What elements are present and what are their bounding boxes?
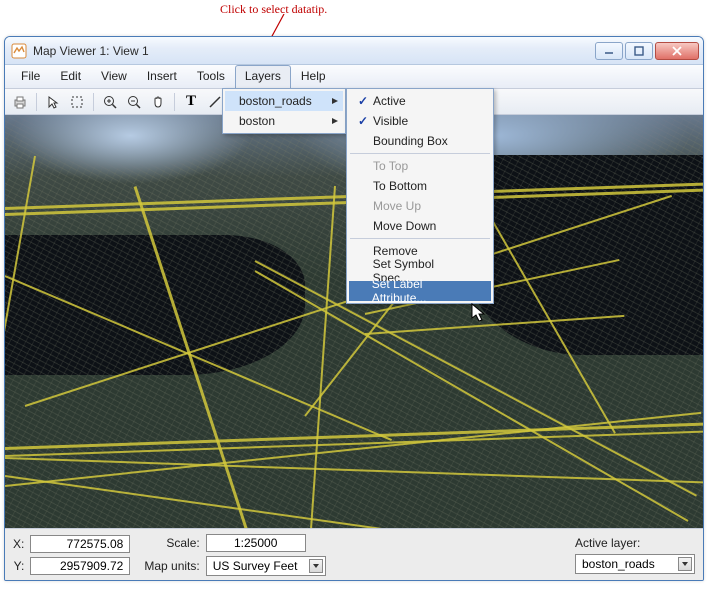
pan-hand-icon [150, 94, 166, 110]
ctx-set-label-attribute[interactable]: Set Label Attribute... [349, 281, 491, 301]
maximize-button[interactable] [625, 42, 653, 60]
active-layer-label: Active layer: [575, 536, 695, 550]
pan-button[interactable] [147, 91, 169, 113]
active-layer-combo[interactable]: boston_roads [575, 554, 695, 574]
layer-item-boston-roads[interactable]: boston_roads [225, 91, 343, 111]
line-icon [207, 94, 223, 110]
zoom-out-button[interactable] [123, 91, 145, 113]
text-icon: T [186, 93, 196, 110]
ctx-item-label: To Top [373, 159, 408, 173]
ctx-item-label: To Bottom [373, 179, 427, 193]
menu-file[interactable]: File [11, 65, 50, 88]
minimize-button[interactable] [595, 42, 623, 60]
x-label: X: [13, 537, 24, 551]
titlebar: Map Viewer 1: View 1 [5, 37, 703, 65]
map-units-label: Map units: [144, 559, 199, 573]
menu-help[interactable]: Help [291, 65, 336, 88]
ctx-bounding-box[interactable]: Bounding Box [349, 131, 491, 151]
statusbar: X: 772575.08 Y: 2957909.72 Scale: 1:2500… [5, 528, 703, 580]
menu-tools[interactable]: Tools [187, 65, 235, 88]
select-arrow-button[interactable] [42, 91, 64, 113]
menubar: File Edit View Insert Tools Layers Help [5, 65, 703, 89]
chevron-down-icon [678, 557, 692, 571]
toolbar-separator [36, 93, 37, 111]
map-units-combo[interactable]: US Survey Feet [206, 556, 326, 576]
app-icon [11, 43, 27, 59]
ctx-visible[interactable]: ✓ Visible [349, 111, 491, 131]
ctx-move-down[interactable]: Move Down [349, 216, 491, 236]
arrow-icon [45, 94, 61, 110]
window-buttons [595, 42, 699, 60]
text-tool-button[interactable]: T [180, 91, 202, 113]
layer-context-submenu: ✓ Active ✓ Visible Bounding Box To Top T… [346, 88, 494, 304]
menu-divider [350, 153, 490, 154]
print-button[interactable] [9, 91, 31, 113]
check-icon: ✓ [353, 94, 373, 108]
layer-item-label: boston [239, 114, 275, 128]
ctx-item-label: Active [373, 94, 406, 108]
zoom-in-button[interactable] [99, 91, 121, 113]
ctx-to-top: To Top [349, 156, 491, 176]
ctx-to-bottom[interactable]: To Bottom [349, 176, 491, 196]
ctx-item-label: Move Down [373, 219, 436, 233]
submenu-arrow-icon [331, 94, 339, 108]
ctx-item-label: Move Up [373, 199, 421, 213]
toolbar-separator [93, 93, 94, 111]
layers-submenu: boston_roads boston [222, 88, 346, 134]
scale-readout: 1:25000 [206, 534, 306, 552]
scale-label: Scale: [144, 536, 199, 550]
zoom-out-icon [126, 94, 142, 110]
annotation-callout: Click to select datatip. [220, 2, 327, 17]
layer-item-boston[interactable]: boston [225, 111, 343, 131]
check-icon: ✓ [353, 114, 373, 128]
close-button[interactable] [655, 42, 699, 60]
menu-view[interactable]: View [91, 65, 137, 88]
ctx-item-label: Visible [373, 114, 408, 128]
window-title: Map Viewer 1: View 1 [33, 44, 595, 58]
ctx-item-label: Bounding Box [373, 134, 448, 148]
marquee-button[interactable] [66, 91, 88, 113]
menu-insert[interactable]: Insert [137, 65, 187, 88]
y-readout: 2957909.72 [30, 557, 130, 575]
x-readout: 772575.08 [30, 535, 130, 553]
menu-divider [350, 238, 490, 239]
chevron-down-icon [309, 559, 323, 573]
map-units-value: US Survey Feet [213, 559, 298, 573]
menu-layers[interactable]: Layers [235, 65, 291, 88]
print-icon [12, 94, 28, 110]
submenu-arrow-icon [331, 114, 339, 128]
active-layer-value: boston_roads [582, 557, 655, 571]
y-label: Y: [13, 559, 24, 573]
zoom-in-icon [102, 94, 118, 110]
layer-item-label: boston_roads [239, 94, 312, 108]
menu-edit[interactable]: Edit [50, 65, 91, 88]
marquee-icon [69, 94, 85, 110]
toolbar-separator [174, 93, 175, 111]
ctx-item-label: Set Label Attribute... [372, 277, 473, 305]
ctx-active[interactable]: ✓ Active [349, 91, 491, 111]
ctx-move-up: Move Up [349, 196, 491, 216]
ctx-item-label: Remove [373, 244, 418, 258]
